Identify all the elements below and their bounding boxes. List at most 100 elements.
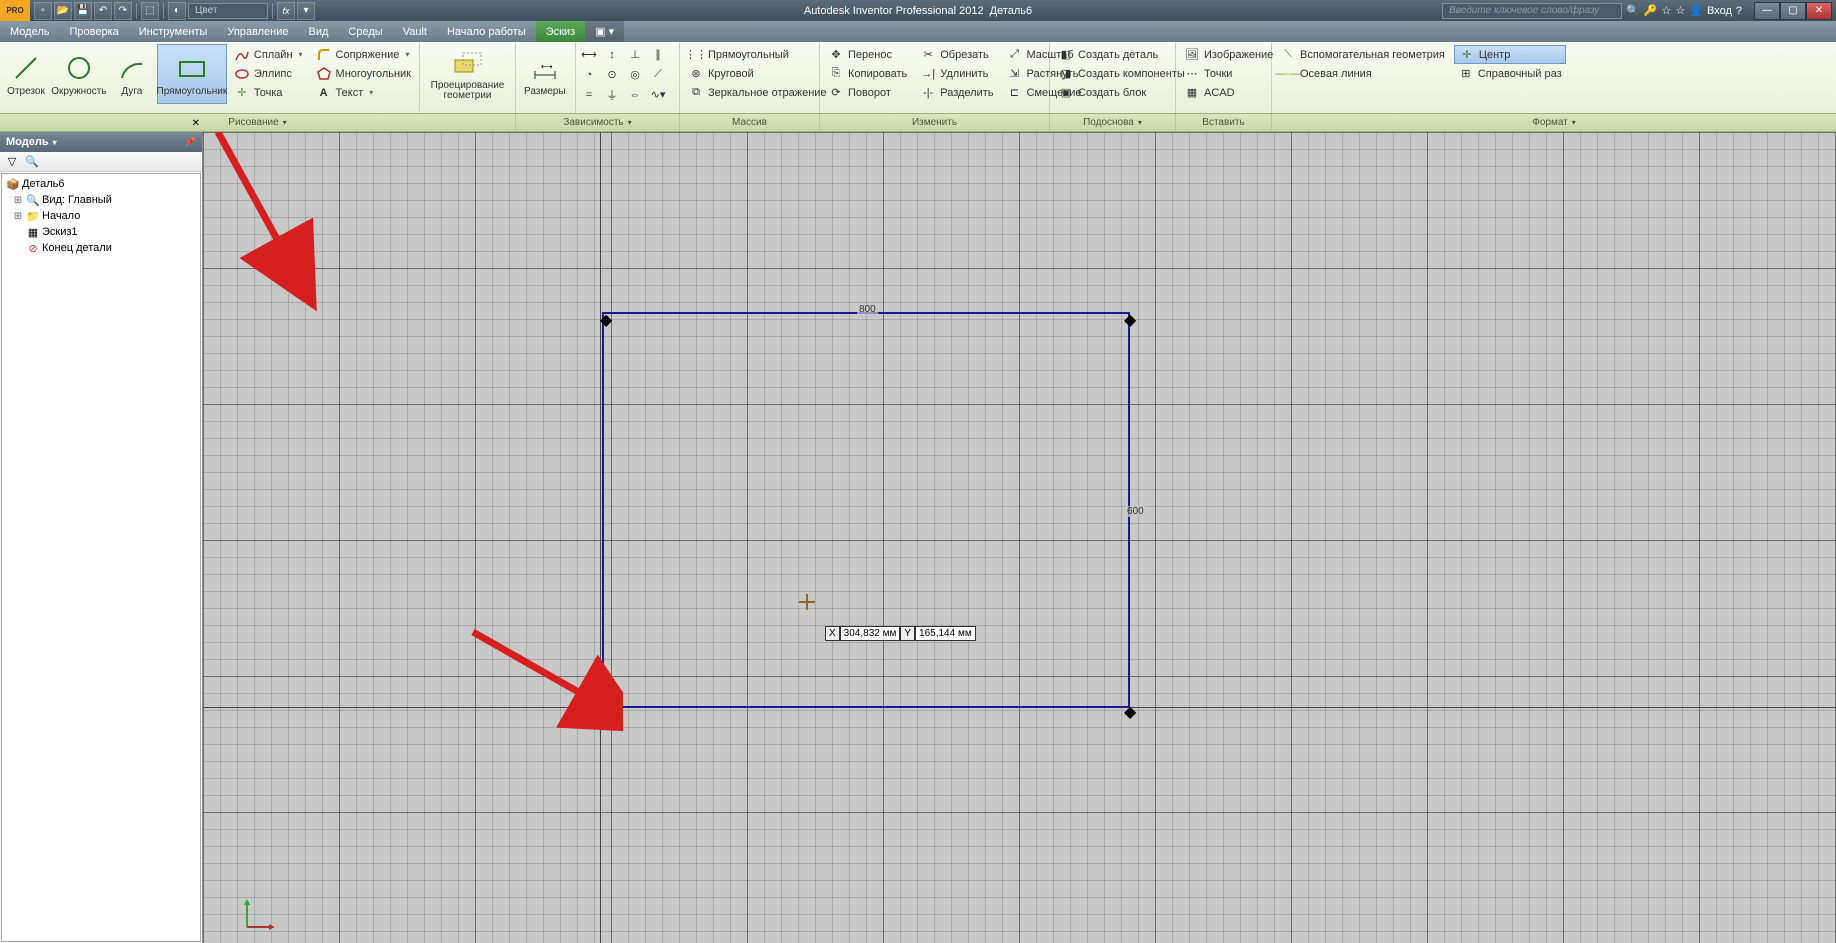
- constraint-tangent[interactable]: ◔: [579, 65, 601, 84]
- tool-points[interactable]: ⋯Точки: [1180, 64, 1277, 83]
- tool-circ-pattern[interactable]: ⊛Круговой: [684, 64, 831, 83]
- help-icon[interactable]: ?: [1736, 5, 1742, 17]
- star2-icon[interactable]: ☆: [1675, 4, 1685, 17]
- panel-label-layout[interactable]: Подоснова▾: [1050, 114, 1176, 131]
- qat-select[interactable]: ⬚: [141, 2, 159, 20]
- coord-y-value[interactable]: 165,144 мм: [915, 626, 976, 641]
- tree-root[interactable]: 📦Деталь6: [4, 176, 198, 192]
- tool-ellipse[interactable]: Эллипс: [230, 64, 307, 83]
- constraint-parallel[interactable]: ∥: [648, 45, 670, 64]
- tool-polygon[interactable]: Многоугольник: [312, 64, 415, 83]
- corner-handle-br[interactable]: ◆: [1124, 702, 1132, 710]
- constraint-perp[interactable]: ⊥: [625, 45, 647, 64]
- tool-arc[interactable]: Дуга: [108, 44, 156, 104]
- corner-handle-tr[interactable]: ◆: [1124, 310, 1132, 318]
- constraint-horizontal[interactable]: ⟷: [579, 45, 601, 64]
- tree-view[interactable]: ⊞🔍Вид: Главный: [4, 192, 198, 208]
- constraint-sym[interactable]: ⇔: [625, 85, 647, 104]
- constraint-concentric[interactable]: ◎: [625, 65, 647, 84]
- constraint-vertical[interactable]: ↕: [602, 45, 624, 64]
- browser-close-icon[interactable]: ✕: [192, 118, 200, 129]
- tool-line[interactable]: Отрезок: [2, 44, 50, 104]
- constraint-smooth[interactable]: ∿▾: [648, 85, 670, 104]
- app-logo[interactable]: PRO: [0, 0, 30, 21]
- menu-inspect[interactable]: Проверка: [59, 21, 128, 42]
- sketch-rectangle[interactable]: ◆ ◆ ◆: [602, 312, 1130, 708]
- tool-rect-pattern[interactable]: ⋮⋮Прямоугольный: [684, 45, 831, 64]
- dimension-vertical[interactable]: 600: [1125, 506, 1146, 517]
- panel-label-format[interactable]: Формат▾: [1272, 114, 1836, 131]
- corner-handle-tl[interactable]: ◆: [600, 310, 608, 318]
- tool-make-block[interactable]: ▣Создать блок: [1054, 83, 1189, 102]
- filter-icon[interactable]: ▽: [4, 154, 20, 170]
- menu-tools[interactable]: Инструменты: [129, 21, 218, 42]
- graphics-canvas[interactable]: ◆ ◆ ◆ 800 600 X 304,832 мм Y 165,144 мм: [203, 132, 1836, 943]
- key-icon[interactable]: 🔑: [1644, 4, 1658, 17]
- tool-make-comp[interactable]: ◨Создать компоненты: [1054, 64, 1189, 83]
- view-triad[interactable]: [239, 895, 279, 935]
- menu-manage[interactable]: Управление: [217, 21, 298, 42]
- panel-label-draw[interactable]: Рисование▾: [0, 114, 516, 131]
- tree-sketch[interactable]: ▦Эскиз1: [4, 224, 198, 240]
- coord-x-value[interactable]: 304,832 мм: [840, 626, 901, 641]
- qat-open[interactable]: 📂: [54, 2, 72, 20]
- tool-rotate[interactable]: ⟳Поворот: [824, 83, 911, 102]
- search-input[interactable]: Введите ключевое слово/фразу: [1442, 3, 1622, 19]
- qat-fx[interactable]: fx: [277, 2, 295, 20]
- constraint-fix[interactable]: ⏚: [602, 85, 624, 104]
- menu-view[interactable]: Вид: [299, 21, 339, 42]
- qat-new[interactable]: ▫: [34, 2, 52, 20]
- menu-vault[interactable]: Vault: [393, 21, 437, 42]
- tree-origin[interactable]: ⊞📁Начало: [4, 208, 198, 224]
- search-icon[interactable]: 🔍: [1626, 4, 1640, 17]
- panel-label-pattern[interactable]: Массив: [680, 114, 820, 131]
- star-icon[interactable]: ☆: [1662, 4, 1672, 17]
- constraint-collinear[interactable]: ⟋: [648, 65, 670, 84]
- browser-header[interactable]: Модель▾ 📌: [0, 132, 202, 152]
- menu-model[interactable]: Модель: [0, 21, 59, 42]
- qat-redo[interactable]: ↷: [114, 2, 132, 20]
- menu-environments[interactable]: Среды: [338, 21, 392, 42]
- user-icon[interactable]: 👤: [1689, 4, 1703, 17]
- close-button[interactable]: ✕: [1806, 2, 1832, 20]
- tool-centerpoint[interactable]: ✛Центр: [1454, 45, 1566, 64]
- find-icon[interactable]: 🔍: [24, 154, 40, 170]
- dimension-horizontal[interactable]: 800: [857, 304, 878, 315]
- tool-driven[interactable]: ⊞Справочный раз: [1454, 64, 1566, 83]
- tool-dimension[interactable]: ⟷Размеры: [518, 44, 572, 104]
- tool-extend[interactable]: →|Удлинить: [916, 64, 997, 83]
- tool-construction[interactable]: ⟍Вспомогательная геометрия: [1276, 45, 1449, 64]
- qat-more[interactable]: ▾: [297, 2, 315, 20]
- tool-circle[interactable]: Окружность: [51, 44, 107, 104]
- tool-image[interactable]: 🖼Изображение: [1180, 45, 1277, 64]
- constraint-coincident[interactable]: ⊙: [602, 65, 624, 84]
- tool-trim[interactable]: ✂Обрезать: [916, 45, 997, 64]
- tool-split[interactable]: -|-Разделить: [916, 83, 997, 102]
- tool-mirror[interactable]: ⧉Зеркальное отражение: [684, 83, 831, 102]
- login-link[interactable]: Вход: [1707, 5, 1732, 17]
- tool-point[interactable]: ✛Точка: [230, 83, 307, 102]
- menu-getstarted[interactable]: Начало работы: [437, 21, 536, 42]
- qat-save[interactable]: 💾: [74, 2, 92, 20]
- tree-end[interactable]: ⊘Конец детали: [4, 240, 198, 256]
- qat-material[interactable]: ◐: [168, 2, 186, 20]
- maximize-button[interactable]: ▢: [1780, 2, 1806, 20]
- constraint-equal[interactable]: =: [579, 85, 601, 104]
- menu-sketch[interactable]: Эскиз: [536, 21, 585, 42]
- tool-make-part[interactable]: ◧Создать деталь: [1054, 45, 1189, 64]
- tool-text[interactable]: AТекст▾: [312, 83, 415, 102]
- pin-icon[interactable]: 📌: [185, 137, 196, 148]
- qat-undo[interactable]: ↶: [94, 2, 112, 20]
- color-dropdown[interactable]: Цвет: [188, 3, 268, 19]
- tool-acad[interactable]: ▦ACAD: [1180, 83, 1277, 102]
- panel-label-constraint[interactable]: Зависимость▾: [516, 114, 680, 131]
- minimize-button[interactable]: —: [1754, 2, 1780, 20]
- tool-spline[interactable]: Сплайн▾: [230, 45, 307, 64]
- panel-label-modify[interactable]: Изменить: [820, 114, 1050, 131]
- tool-centerline[interactable]: —·—Осевая линия: [1276, 64, 1449, 83]
- tool-project-geometry[interactable]: Проецирование геометрии: [422, 44, 513, 104]
- tool-rectangle[interactable]: Прямоугольник: [157, 44, 227, 104]
- tool-copy[interactable]: ⎘Копировать: [824, 64, 911, 83]
- tool-move[interactable]: ✥Перенос: [824, 45, 911, 64]
- panel-label-insert[interactable]: Вставить: [1176, 114, 1272, 131]
